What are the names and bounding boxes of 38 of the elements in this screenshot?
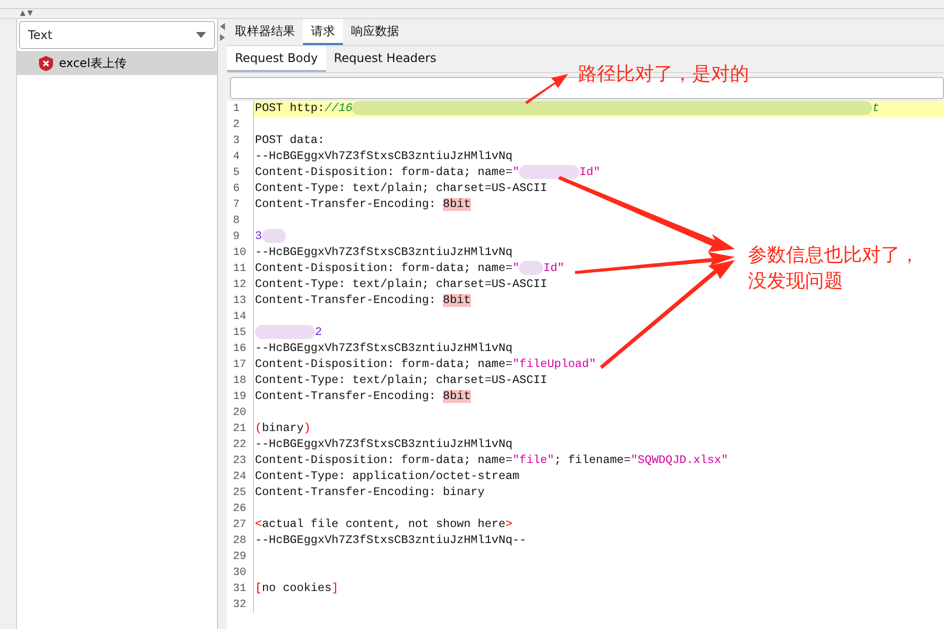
- code-line: <actual file content, not shown here>: [254, 517, 512, 533]
- code-line: [no cookies]: [254, 581, 339, 597]
- tab[interactable]: 请求: [303, 19, 343, 45]
- code-line: POST http://16 t: [254, 101, 880, 117]
- code-line: Content-Transfer-Encoding: 8bit: [254, 293, 471, 309]
- code-line: Content-Disposition: form-data; name="file"; filename="SQWDQJD.xlsx": [254, 453, 728, 469]
- arrow: [525, 74, 568, 104]
- dropdown-caret-icon: [196, 32, 206, 38]
- code-line: Content-Transfer-Encoding: 8bit: [254, 389, 471, 405]
- code-line: --HcBGEggxVh7Z3fStxsCB3zntiuJzHMl1vNq: [254, 437, 512, 453]
- tab[interactable]: 响应数据: [343, 19, 407, 45]
- tree-item[interactable]: excel表上传: [17, 51, 217, 75]
- code-line: 3: [254, 229, 286, 245]
- error-shield-icon: [39, 56, 53, 70]
- code-line: Content-Transfer-Encoding: 8bit: [254, 197, 471, 213]
- code-line: --HcBGEggxVh7Z3fStxsCB3zntiuJzHMl1vNq: [254, 245, 512, 261]
- code-line: Content-Type: text/plain; charset=US-ASCII: [254, 181, 548, 197]
- line-number: 1: [227, 101, 254, 117]
- view-select[interactable]: Text: [19, 21, 215, 49]
- tab[interactable]: 取样器结果: [227, 19, 303, 45]
- code-line: --HcBGEggxVh7Z3fStxsCB3zntiuJzHMl1vNq: [254, 341, 512, 357]
- code-line: Content-Transfer-Encoding: binary: [254, 485, 485, 501]
- code-line: --HcBGEggxVh7Z3fStxsCB3zntiuJzHMl1vNq: [254, 149, 512, 165]
- code-line: POST data:: [254, 133, 325, 149]
- splitter-arrows-icon[interactable]: [220, 23, 225, 43]
- code-line: 2: [254, 325, 322, 341]
- code-line: --HcBGEggxVh7Z3fStxsCB3zntiuJzHMl1vNq--: [254, 533, 526, 549]
- annotation-text: 路径比对了，是对的: [578, 62, 749, 87]
- code-line: Content-Type: text/plain; charset=US-ASCII: [254, 373, 548, 389]
- code-line: (binary): [254, 421, 311, 437]
- code-line: Content-Type: application/octet-stream: [254, 469, 520, 485]
- annotation-text: 参数信息也比对了， 没发现问题: [748, 243, 919, 294]
- code-line: Content-Disposition: form-data; name=" Id": [254, 165, 600, 181]
- tab[interactable]: Request Headers: [326, 46, 444, 72]
- code-line: Content-Type: text/plain; charset=US-ASCII: [254, 277, 548, 293]
- code-line: Content-Disposition: form-data; name=" Id": [254, 261, 564, 277]
- tab[interactable]: Request Body: [227, 46, 326, 72]
- code-line: Content-Disposition: form-data; name="fileUpload": [254, 357, 596, 373]
